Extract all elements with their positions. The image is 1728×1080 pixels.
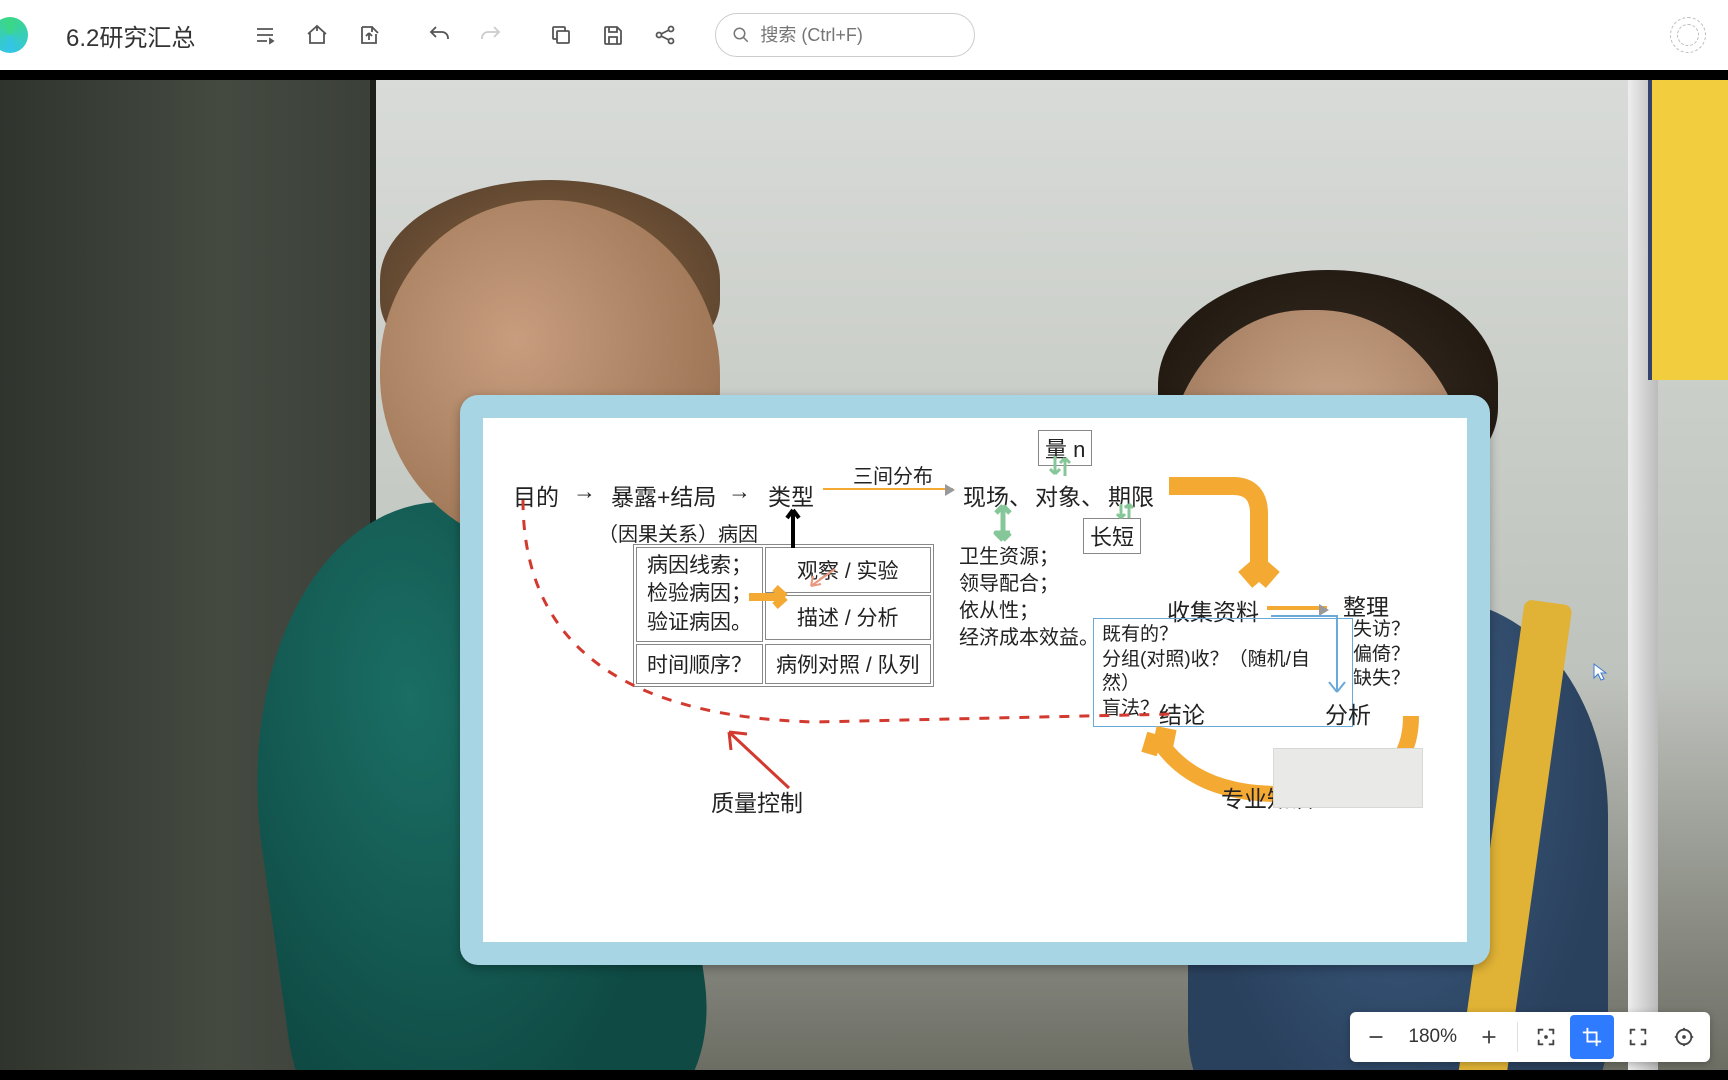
node-distribution: 三间分布 xyxy=(853,460,933,489)
export-button[interactable] xyxy=(347,13,391,57)
arrow-icon xyxy=(823,488,953,490)
arrow-icon xyxy=(1267,606,1327,610)
zoom-out-button[interactable] xyxy=(1354,1015,1398,1059)
search-field[interactable] xyxy=(715,13,975,57)
issues-list: 失访？ 偏倚？ 缺失？ xyxy=(1353,618,1410,692)
document-title: 6.2研究汇总 xyxy=(66,18,195,53)
copy-button[interactable] xyxy=(539,13,583,57)
issue-line: 偏倚？ xyxy=(1353,644,1410,665)
fullscreen-button[interactable] xyxy=(1616,1015,1660,1059)
zoom-value[interactable]: 180% xyxy=(1400,1026,1465,1048)
search-input[interactable] xyxy=(760,25,950,46)
zoom-toolbar: 180% xyxy=(1350,1012,1710,1062)
redo-button[interactable] xyxy=(469,13,513,57)
save-button[interactable] xyxy=(591,13,635,57)
slide-card: 目的 → 暴露+结局 → 类型 三间分布 现场、 对象、 期限 量 n 长短 （… xyxy=(460,395,1490,965)
home-button[interactable] xyxy=(295,13,339,57)
double-arrow-icon xyxy=(1045,454,1075,480)
node-arrange: 整理 xyxy=(1343,588,1389,622)
share-button[interactable] xyxy=(643,13,687,57)
issue-line: 缺失？ xyxy=(1353,668,1410,689)
content-frame: 目的 → 暴露+结局 → 类型 三间分布 现场、 对象、 期限 量 n 长短 （… xyxy=(0,80,1728,1070)
top-toolbar: 6.2研究汇总 xyxy=(0,0,1728,70)
zoom-in-button[interactable] xyxy=(1467,1015,1511,1059)
knowledge-placeholder xyxy=(1273,748,1423,808)
undo-button[interactable] xyxy=(417,13,461,57)
crop-button[interactable] xyxy=(1570,1015,1614,1059)
app-logo xyxy=(0,17,28,53)
thin-arrow-icon xyxy=(1267,612,1347,702)
slide-content: 目的 → 暴露+结局 → 类型 三间分布 现场、 对象、 期限 量 n 长短 （… xyxy=(483,418,1467,942)
outline-button[interactable] xyxy=(243,13,287,57)
separator xyxy=(1517,1022,1518,1052)
locate-button[interactable] xyxy=(1662,1015,1706,1059)
issue-line: 失访？ xyxy=(1353,619,1410,640)
search-icon xyxy=(732,26,750,44)
node-qc: 质量控制 xyxy=(711,784,803,818)
canvas-area[interactable]: 目的 → 暴露+结局 → 类型 三间分布 现场、 对象、 期限 量 n 长短 （… xyxy=(0,70,1728,1080)
cursor-icon xyxy=(1592,662,1608,682)
user-avatar[interactable] xyxy=(1670,17,1706,53)
fit-view-button[interactable] xyxy=(1524,1015,1568,1059)
dashed-curve-icon xyxy=(515,494,1195,734)
